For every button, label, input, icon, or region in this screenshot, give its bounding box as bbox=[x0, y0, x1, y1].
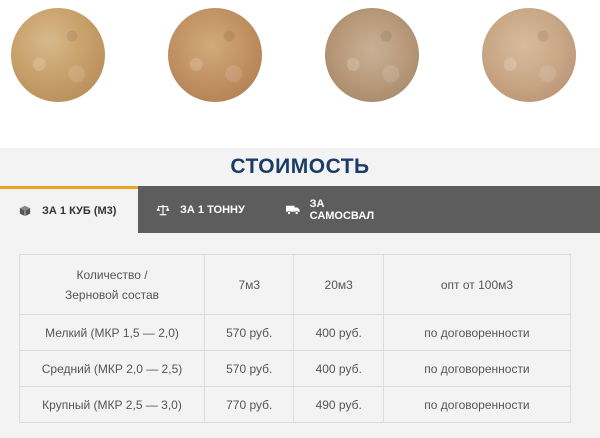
price-tabs: ЗА 1 КУБ (М3) ЗА 1 ТОННУ ЗА САМОСВАЛ bbox=[0, 186, 600, 233]
price-20m3: 400 руб. bbox=[293, 350, 384, 387]
tab-per-cubic-meter[interactable]: ЗА 1 КУБ (М3) bbox=[0, 186, 138, 233]
header-7m3: 7м3 bbox=[204, 254, 295, 315]
price-wholesale: по договоренности bbox=[382, 314, 572, 351]
price-wholesale: по договоренности bbox=[382, 350, 572, 387]
header-line: Количество / bbox=[76, 267, 148, 282]
header-quantity-grain: Количество / Зерновой состав bbox=[18, 254, 206, 315]
tab-label: ЗА 1 ТОННУ bbox=[180, 203, 245, 216]
table-row: Мелкий (МКР 1,5 — 2,0) 570 руб. 400 руб.… bbox=[18, 314, 572, 351]
row-name: Мелкий (МКР 1,5 — 2,0) bbox=[18, 314, 206, 351]
cube-icon bbox=[19, 205, 31, 217]
header-20m3: 20м3 bbox=[293, 254, 384, 315]
price-7m3: 570 руб. bbox=[204, 314, 295, 351]
sand-medium-image bbox=[168, 8, 262, 102]
price-table: Количество / Зерновой состав 7м3 20м3 оп… bbox=[18, 254, 572, 423]
row-name: Крупный (МКР 2,5 — 3,0) bbox=[18, 386, 206, 423]
price-20m3: 400 руб. bbox=[293, 314, 384, 351]
header-wholesale: опт от 100м3 bbox=[382, 254, 572, 315]
tab-per-ton[interactable]: ЗА 1 ТОННУ bbox=[138, 186, 268, 233]
product-images-strip bbox=[0, 0, 600, 148]
tab-label: ЗА 1 КУБ (М3) bbox=[42, 205, 117, 217]
scales-icon bbox=[156, 204, 170, 215]
sand-sample-image bbox=[482, 8, 576, 102]
row-name: Средний (МКР 2,0 — 2,5) bbox=[18, 350, 206, 387]
table-header-row: Количество / Зерновой состав 7м3 20м3 оп… bbox=[18, 254, 572, 315]
section-title: СТОИМОСТЬ bbox=[230, 155, 370, 178]
tab-per-dump-truck[interactable]: ЗА САМОСВАЛ bbox=[268, 186, 408, 233]
price-7m3: 770 руб. bbox=[204, 386, 295, 423]
truck-icon bbox=[286, 205, 300, 215]
table-row: Крупный (МКР 2,5 — 3,0) 770 руб. 490 руб… bbox=[18, 386, 572, 423]
header-line: Зерновой состав bbox=[64, 287, 160, 302]
price-wholesale: по договоренности bbox=[382, 386, 572, 423]
tab-label: ЗА САМОСВАЛ bbox=[309, 197, 375, 222]
price-table-container: Количество / Зерновой состав 7м3 20м3 оп… bbox=[18, 254, 572, 423]
table-row: Средний (МКР 2,0 — 2,5) 570 руб. 400 руб… bbox=[18, 350, 572, 387]
sand-fine-image bbox=[11, 8, 105, 102]
price-20m3: 490 руб. bbox=[293, 386, 384, 423]
sand-coarse-image bbox=[325, 8, 419, 102]
price-7m3: 570 руб. bbox=[204, 350, 295, 387]
